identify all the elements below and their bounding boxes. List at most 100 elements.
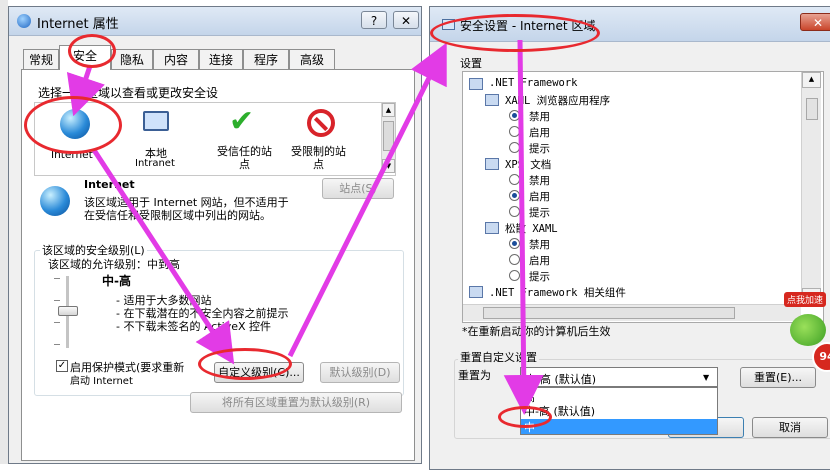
- dialog-title: Internet 属性: [37, 17, 119, 32]
- framework-icon: [469, 78, 483, 90]
- chevron-down-icon[interactable]: ▼: [703, 373, 709, 382]
- tree-row-label: 禁用: [529, 239, 550, 251]
- radio-unchecked-icon: [509, 126, 520, 137]
- tree-scroll-up[interactable]: ▲: [802, 72, 821, 88]
- zone-internet-label: Internet: [51, 149, 93, 161]
- radio-unchecked-icon: [509, 174, 520, 185]
- tree-row-label: XPS 文档: [505, 159, 552, 171]
- reset-all-zones-button[interactable]: 将所有区域重置为默认级别(R): [190, 392, 402, 413]
- radio-unchecked-icon: [509, 270, 520, 281]
- security-settings-title: 安全设置 - Internet 区域: [460, 19, 596, 33]
- tree-row-label: 禁用: [529, 111, 550, 123]
- cancel-button[interactable]: 取消: [752, 417, 828, 438]
- tree-row-label: 提示: [529, 143, 550, 155]
- tree-row-label: 松散 XAML: [505, 223, 558, 235]
- tree-row-label: 启用: [529, 191, 550, 203]
- dropdown-option-medium-high[interactable]: 中-高 (默认值): [524, 403, 714, 419]
- reset-group-label: 重置自定义设置: [458, 349, 539, 365]
- scroll-up-arrow[interactable]: ▲: [382, 103, 395, 117]
- speedup-badge: 94: [812, 342, 830, 372]
- settings-window-icon: [442, 19, 455, 30]
- internet-properties-titlebar: Internet 属性 ? ✕: [9, 7, 421, 36]
- tab-general[interactable]: 常规: [23, 49, 59, 69]
- zone-list-scrollbar[interactable]: ▲ ▼: [381, 103, 395, 173]
- zone-info-desc-2: 在受信任和受限制区域中列出的网站。: [84, 209, 271, 222]
- zone-info-globe-icon: [40, 186, 70, 216]
- zone-restricted-sites[interactable]: 受限制的站 点: [285, 105, 365, 171]
- setting-group-icon: [485, 222, 499, 234]
- tab-security[interactable]: 安全: [59, 45, 111, 70]
- setting-group-icon: [485, 158, 499, 170]
- zone-restricted-line2: 点: [313, 158, 324, 171]
- tree-hscroll-thumb[interactable]: [483, 307, 735, 319]
- scroll-down-arrow[interactable]: ▼: [382, 159, 395, 173]
- zone-trusted-line2: 点: [239, 158, 250, 171]
- reset-level-select[interactable]: 中-高 (默认值) ▼: [520, 367, 718, 387]
- zone-trusted-sites[interactable]: ✔ 受信任的站 点: [207, 104, 279, 172]
- zone-info-name: Internet: [84, 178, 135, 191]
- speedup-mascot-icon: [790, 314, 826, 346]
- slider-tick-top: [54, 278, 60, 279]
- security-level-name: 中-高: [102, 274, 131, 288]
- internet-properties-dialog: Internet 属性 ? ✕ 常规 安全 隐私 内容 连接 程序 高级 选择一…: [8, 6, 422, 464]
- tree-row-label: 提示: [529, 271, 550, 283]
- reset-level-select-value: 中-高 (默认值): [525, 373, 597, 386]
- network-computer-icon: [143, 111, 169, 131]
- security-settings-titlebar: 安全设置 - Internet 区域 ✕: [430, 7, 830, 42]
- slider-thumb[interactable]: [58, 306, 78, 316]
- settings-tree: .NET Framework XAML 浏览器应用程序 禁用 启用 提示 XPS 文档 禁用…: [462, 71, 824, 323]
- desktop-fragment-left: [0, 0, 8, 464]
- framework-icon: [469, 286, 483, 298]
- radio-unchecked-icon: [509, 142, 520, 153]
- zone-intranet-line2: Intranet: [135, 158, 175, 169]
- settings-close-button[interactable]: ✕: [800, 13, 830, 31]
- speedup-widget[interactable]: 点我加速 94: [782, 292, 830, 392]
- security-settings-dialog: 安全设置 - Internet 区域 ✕ 设置 .NET Framework XA…: [429, 6, 830, 470]
- tree-row-label: 启用: [529, 127, 550, 139]
- zone-prompt: 选择一个区域以查看或更改安全设: [38, 86, 219, 100]
- tab-advanced[interactable]: 高级: [289, 49, 335, 69]
- settings-tree-hscroll[interactable]: [463, 304, 801, 321]
- custom-level-button[interactable]: 自定义级别(C)...: [214, 362, 304, 383]
- default-level-button[interactable]: 默认级别(D): [320, 362, 400, 383]
- tree-row-label: 禁用: [529, 175, 550, 187]
- ie-icon: [17, 14, 31, 28]
- tree-row-label: XAML 浏览器应用程序: [505, 95, 611, 107]
- restart-note: *在重新启动你的计算机后生效: [462, 325, 611, 338]
- tree-scroll-thumb[interactable]: [806, 98, 818, 120]
- help-button[interactable]: ?: [361, 11, 387, 29]
- reset-to-label: 重置为: [458, 369, 491, 382]
- zone-internet[interactable]: Internet: [41, 105, 107, 171]
- slider-tick-mid2: [54, 322, 60, 323]
- tab-programs[interactable]: 程序: [243, 49, 289, 69]
- settings-tree-vscroll[interactable]: ▲ ▼: [801, 72, 821, 304]
- checkmark-icon: ✔: [229, 104, 255, 139]
- tab-privacy[interactable]: 隐私: [111, 49, 153, 69]
- close-button[interactable]: ✕: [393, 11, 419, 29]
- radio-unchecked-icon: [509, 206, 520, 217]
- tab-connections[interactable]: 连接: [199, 49, 243, 69]
- tree-row-label: .NET Framework 相关组件: [489, 287, 626, 299]
- zone-local-intranet[interactable]: 本地 Intranet: [119, 105, 191, 171]
- settings-label: 设置: [460, 57, 482, 70]
- speedup-label: 点我加速: [784, 292, 827, 307]
- tab-content[interactable]: 内容: [153, 49, 199, 69]
- security-slider[interactable]: [54, 276, 82, 348]
- zone-list: Internet 本地 Intranet ✔ 受信任的站 点 受限制的站 点 ▲: [34, 102, 396, 176]
- radio-unchecked-icon: [509, 254, 520, 265]
- slider-tick-bottom: [54, 344, 60, 345]
- protect-mode-label-2: 启动 Internet: [70, 376, 133, 387]
- globe-icon: [60, 109, 90, 139]
- tree-row-label: 提示: [529, 207, 550, 219]
- restricted-icon: [307, 109, 335, 137]
- protect-mode-checkbox[interactable]: ✓: [56, 360, 68, 372]
- radio-checked-icon: [509, 110, 520, 121]
- radio-checked-icon: [509, 238, 520, 249]
- dropdown-option-medium[interactable]: 中: [521, 419, 717, 434]
- sites-button[interactable]: 站点(S): [322, 178, 394, 199]
- security-tab-panel: 选择一个区域以查看或更改安全设 Internet 本地 Intranet ✔ 受…: [21, 69, 415, 461]
- tree-row-label: .NET Framework: [489, 77, 578, 89]
- scroll-thumb[interactable]: [383, 121, 394, 151]
- security-bullet-3: - 不下载未签名的 ActiveX 控件: [116, 320, 272, 333]
- slider-tick-mid1: [54, 300, 60, 301]
